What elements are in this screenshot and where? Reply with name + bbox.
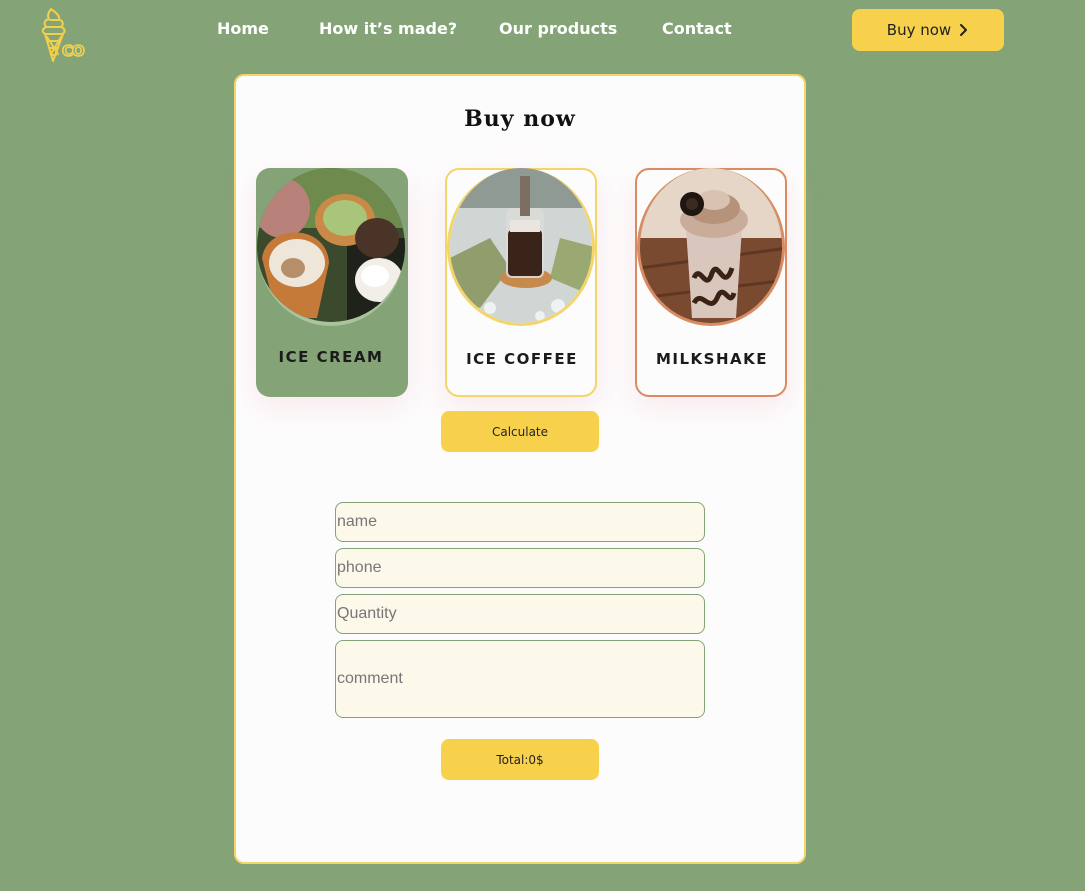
product-card-ice-cream[interactable]: ICE CREAM xyxy=(256,168,408,397)
milkshake-cup-photo xyxy=(637,168,785,326)
product-name-ice-cream: ICE CREAM xyxy=(278,348,384,366)
iced-coffee-glass-photo xyxy=(447,168,595,326)
nav-our-products-link[interactable]: Our products xyxy=(499,18,617,40)
nav-home-link[interactable]: Home xyxy=(217,18,269,40)
calculate-button[interactable]: Calculate xyxy=(441,411,599,452)
name-input[interactable] xyxy=(335,502,705,542)
total-button[interactable]: Total:0$ xyxy=(441,739,599,780)
nav-how-its-made-link[interactable]: How it’s made? xyxy=(319,18,457,40)
logo-text: CO xyxy=(61,41,85,61)
product-name-ice-coffee: ICE COFFEE xyxy=(466,350,578,368)
phone-input[interactable] xyxy=(335,548,705,588)
nav-contact-link[interactable]: Contact xyxy=(662,18,732,40)
product-card-ice-coffee[interactable]: ICE COFFEE xyxy=(445,168,597,397)
page-title: Buy now xyxy=(464,106,576,132)
product-card-milkshake[interactable]: MILKSHAKE xyxy=(635,168,787,397)
buy-now-card: Buy now ICE CREAM ICE COFFEE MILKSHAKE C… xyxy=(234,74,806,864)
site-header: CO Home How it’s made? Our products Cont… xyxy=(0,0,1085,62)
header-buy-now-button[interactable]: Buy now xyxy=(852,9,1004,51)
product-name-milkshake: MILKSHAKE xyxy=(655,350,769,368)
chevron-right-icon xyxy=(960,24,968,36)
ice-cream-waffle-cones-photo xyxy=(257,168,405,326)
quantity-input[interactable] xyxy=(335,594,705,634)
header-buy-now-label: Buy now xyxy=(886,21,952,39)
comment-textarea[interactable] xyxy=(335,640,705,718)
